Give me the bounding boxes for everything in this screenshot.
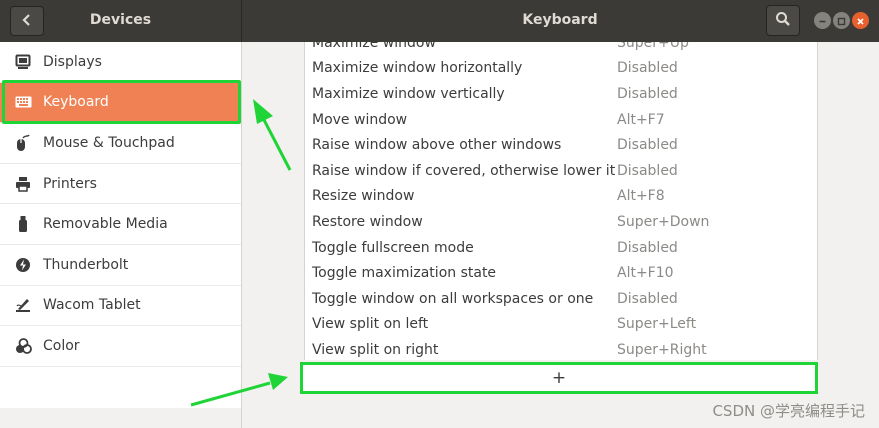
shortcut-name: Toggle fullscreen mode	[312, 239, 474, 256]
sidebar-item-wacom-tablet[interactable]: Wacom Tablet	[0, 286, 241, 327]
shortcut-name: Toggle window on all workspaces or one	[312, 290, 594, 307]
shortcut-name: Raise window if covered, otherwise lower…	[312, 162, 616, 179]
shortcut-row[interactable]: Toggle window on all workspaces or one Di…	[305, 286, 817, 312]
shortcut-accelerator: Super+Left	[617, 316, 697, 333]
shortcut-name: Move window	[312, 111, 408, 128]
sidebar-item-mouse-touchpad[interactable]: Mouse & Touchpad	[0, 123, 241, 164]
shortcut-row[interactable]: Maximize window horizontally Disabled	[305, 56, 817, 82]
sidebar-item-label: Printers	[43, 175, 97, 192]
shortcut-row[interactable]: Resize window Alt+F8	[305, 184, 817, 210]
shortcut-row[interactable]: Toggle maximization state Alt+F10	[305, 260, 817, 286]
minimize-button[interactable]	[814, 12, 831, 29]
sidebar-header: Devices	[0, 0, 242, 42]
search-icon	[775, 11, 791, 31]
shortcut-accelerator: Alt+F7	[617, 111, 665, 128]
shortcut-accelerator: Disabled	[617, 137, 678, 154]
maximize-icon	[837, 11, 846, 30]
shortcut-name: Restore window	[312, 213, 423, 230]
sidebar-item-thunderbolt[interactable]: Thunderbolt	[0, 245, 241, 286]
shortcut-name: Maximize window vertically	[312, 85, 505, 102]
shortcut-row[interactable]: Restore window Super+Down	[305, 209, 817, 235]
shortcut-accelerator: Disabled	[617, 239, 678, 256]
sidebar-empty-area	[0, 408, 241, 428]
sidebar-item-label: Mouse & Touchpad	[43, 134, 175, 151]
keyboard-highlight-box	[2, 80, 241, 124]
sidebar-item-color[interactable]: Color	[0, 326, 241, 367]
shortcut-accelerator: Super+Up	[617, 42, 689, 51]
shortcut-accelerator: Disabled	[617, 162, 678, 179]
content-header: Keyboard	[242, 0, 879, 42]
sidebar-item-label: Thunderbolt	[43, 256, 129, 273]
shortcut-row[interactable]: Raise window if covered, otherwise lower…	[305, 158, 817, 184]
sidebar-item-label: Wacom Tablet	[43, 297, 141, 314]
shortcut-name: View split on right	[312, 341, 439, 358]
maximize-button[interactable]	[833, 12, 850, 29]
shortcut-row[interactable]: Toggle fullscreen mode Disabled	[305, 235, 817, 261]
printer-icon	[14, 175, 32, 193]
shortcut-name: Raise window above other windows	[312, 137, 562, 154]
minimize-icon	[818, 11, 827, 30]
display-icon	[14, 53, 32, 71]
shortcut-name: Resize window	[312, 188, 415, 205]
tablet-pen-icon	[14, 296, 32, 314]
shortcut-row[interactable]: View split on right Super+Right	[305, 337, 817, 360]
shortcut-name: Maximize window	[312, 42, 436, 51]
sidebar-item-removable-media[interactable]: Removable Media	[0, 204, 241, 245]
shortcut-list: Maximize window Super+Up Maximize window h…	[304, 42, 818, 360]
sidebar-item-printers[interactable]: Printers	[0, 164, 241, 205]
sidebar-item-label: Displays	[43, 53, 102, 70]
shortcuts-panel: Maximize window Super+Up Maximize window h…	[242, 42, 879, 428]
shortcut-accelerator: Super+Right	[617, 341, 707, 358]
sidebar-item-label: Removable Media	[43, 216, 168, 233]
window-controls	[814, 12, 869, 29]
watermark: CSDN @学亮编程手记	[712, 402, 865, 420]
shortcut-name: View split on left	[312, 316, 429, 333]
color-icon	[14, 337, 32, 355]
shortcut-row[interactable]: Raise window above other windows Disabled	[305, 132, 817, 158]
shortcut-accelerator: Super+Down	[617, 213, 710, 230]
shortcut-accelerator: Disabled	[617, 60, 678, 77]
search-button[interactable]	[766, 5, 800, 36]
shortcut-accelerator: Disabled	[617, 290, 678, 307]
sidebar-item-displays[interactable]: Displays	[0, 42, 241, 83]
header-bar: Devices Keyboard	[0, 0, 879, 42]
shortcut-name: Toggle maximization state	[312, 265, 497, 282]
sidebar-title: Devices	[89, 12, 152, 28]
usb-drive-icon	[14, 215, 32, 233]
close-button[interactable]	[852, 12, 869, 29]
sidebar-item-label: Color	[43, 337, 80, 354]
shortcut-row[interactable]: Maximize window Super+Up	[305, 42, 817, 56]
close-icon	[856, 11, 865, 30]
add-shortcut-button[interactable]: +	[300, 362, 818, 394]
shortcut-row[interactable]: Maximize window vertically Disabled	[305, 81, 817, 107]
thunderbolt-icon	[14, 256, 32, 274]
shortcut-accelerator: Alt+F8	[617, 188, 665, 205]
shortcut-accelerator: Disabled	[617, 85, 678, 102]
mouse-icon	[14, 134, 32, 152]
shortcut-row[interactable]: View split on left Super+Left	[305, 312, 817, 338]
shortcut-row[interactable]: Move window Alt+F7	[305, 107, 817, 133]
shortcut-accelerator: Alt+F10	[617, 265, 674, 282]
shortcut-name: Maximize window horizontally	[312, 60, 523, 77]
